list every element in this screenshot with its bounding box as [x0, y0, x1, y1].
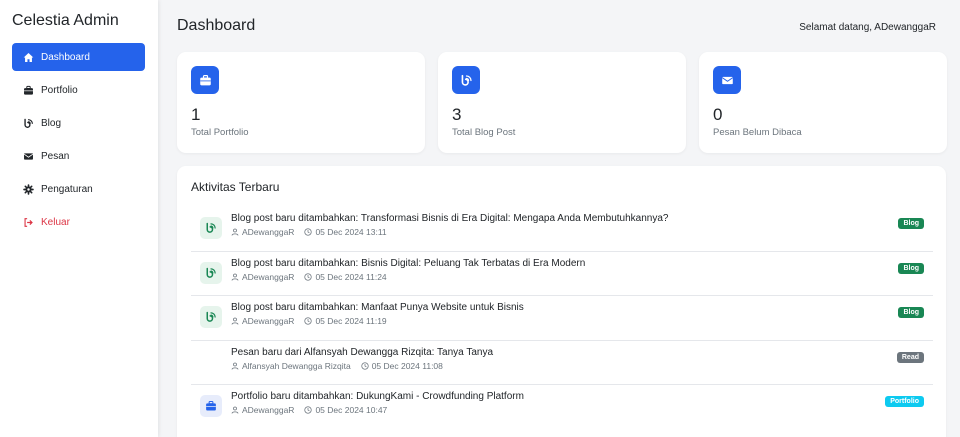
sidebar-item-label: Blog [41, 117, 62, 129]
sidebar-item-pesan[interactable]: Pesan [12, 142, 145, 170]
status-badge: Blog [898, 262, 924, 274]
home-icon [22, 51, 34, 63]
activity-user: Alfansyah Dewangga Rizqita [242, 360, 351, 371]
clock-icon [304, 406, 313, 414]
activity-meta: ADewanggaR 05 Dec 2024 10:47 [231, 405, 387, 415]
user-icon [231, 406, 239, 414]
list-item[interactable]: Portfolio baru ditambahkan: DukungKami -… [191, 385, 933, 430]
clock-icon [304, 228, 313, 236]
sidebar-item-label: Pesan [41, 150, 70, 162]
list-item[interactable]: Pesan baru dari Alfansyah Dewangga Rizqi… [191, 341, 933, 385]
sidebar-item-label: Keluar [41, 216, 70, 228]
sidebar: Celestia Admin Dashboard Portfolio Blog … [0, 0, 158, 437]
stat-label: Pesan Belum Dibaca [713, 127, 802, 138]
activity-user: ADewanggaR [242, 271, 295, 282]
welcome-text: Selamat datang, ADewanggaR [799, 22, 936, 33]
activity-user: ADewanggaR [242, 227, 295, 237]
activity-user: ADewanggaR [242, 316, 295, 326]
sidebar-item-label: Portfolio [41, 84, 78, 96]
list-item[interactable]: Blog post baru ditambahkan: Bisnis Digit… [191, 252, 933, 296]
logout-icon [22, 216, 34, 228]
sidebar-item-pengaturan[interactable]: Pengaturan [12, 175, 145, 203]
activity-time: 05 Dec 2024 11:19 [315, 316, 387, 326]
activity-title: Aktivitas Terbaru [191, 180, 280, 194]
list-item[interactable]: Blog post baru ditambahkan: Manfaat Puny… [191, 296, 933, 341]
blog-icon [452, 66, 480, 94]
sidebar-item-dashboard[interactable]: Dashboard [12, 43, 145, 71]
activity-text: Blog post baru ditambahkan: Manfaat Puny… [231, 302, 524, 313]
briefcase-icon [22, 84, 34, 96]
blog-icon [22, 117, 34, 129]
activity-meta: Alfansyah Dewangga Rizqita 05 Dec 2024 1… [231, 361, 443, 371]
blog-icon [200, 261, 222, 284]
activity-card: Aktivitas Terbaru Blog post baru ditamba… [177, 166, 946, 437]
activity-meta: ADewanggaR 05 Dec 2024 11:19 [231, 316, 387, 326]
sidebar-item-keluar[interactable]: Keluar [12, 208, 145, 236]
stat-value: 3 [452, 105, 462, 124]
activity-text: Blog post baru ditambahkan: Bisnis Digit… [231, 257, 586, 269]
user-icon [231, 273, 239, 281]
gear-icon [22, 183, 34, 195]
clock-icon [304, 272, 313, 281]
activity-time: 05 Dec 2024 10:47 [315, 405, 388, 415]
stat-value: 1 [191, 105, 201, 124]
activity-text: Portfolio baru ditambahkan: DukungKami -… [231, 391, 524, 402]
status-badge: Blog [898, 218, 924, 229]
activity-text: Blog post baru ditambahkan: Transformasi… [231, 213, 669, 224]
sidebar-nav: Dashboard Portfolio Blog Pesan Pengatura… [12, 43, 145, 241]
status-badge: Portfolio [885, 396, 924, 407]
envelope-icon [22, 150, 34, 162]
activity-meta: ADewanggaR 05 Dec 2024 11:24 [231, 272, 387, 282]
blog-icon [200, 217, 222, 239]
status-badge: Read [896, 351, 924, 363]
list-item[interactable]: Blog post baru ditambahkan: Transformasi… [191, 207, 933, 252]
brand-title: Celestia Admin [12, 12, 119, 29]
stat-card-messages: 0 Pesan Belum Dibaca [699, 52, 947, 153]
activity-list: Blog post baru ditambahkan: Transformasi… [191, 207, 933, 430]
stat-card-portfolio: 1 Total Portfolio [177, 52, 425, 153]
briefcase-icon [200, 395, 222, 417]
status-badge: Blog [898, 307, 924, 318]
sidebar-item-label: Pengaturan [41, 183, 93, 195]
activity-text: Pesan baru dari Alfansyah Dewangga Rizqi… [231, 346, 494, 358]
activity-time: 05 Dec 2024 11:08 [371, 360, 443, 371]
activity-time: 05 Dec 2024 11:24 [315, 271, 387, 282]
clock-icon [361, 361, 369, 370]
page-title: Dashboard [177, 17, 256, 34]
stat-label: Total Portfolio [191, 127, 249, 138]
user-icon [231, 317, 239, 325]
briefcase-icon [191, 66, 219, 94]
activity-user: ADewanggaR [242, 405, 295, 415]
message-icon [200, 351, 222, 373]
sidebar-item-label: Dashboard [41, 51, 90, 63]
activity-meta: ADewanggaR 05 Dec 2024 13:11 [231, 227, 387, 237]
stat-label: Total Blog Post [452, 127, 516, 138]
user-icon [231, 362, 239, 370]
user-icon [231, 228, 239, 236]
sidebar-item-blog[interactable]: Blog [12, 109, 145, 137]
activity-time: 05 Dec 2024 13:11 [315, 227, 387, 237]
sidebar-item-portfolio[interactable]: Portfolio [12, 76, 145, 104]
stat-value: 0 [713, 105, 723, 124]
clock-icon [304, 317, 313, 325]
blog-icon [200, 306, 222, 328]
stat-card-blog: 3 Total Blog Post [438, 52, 686, 153]
envelope-icon [713, 66, 741, 94]
